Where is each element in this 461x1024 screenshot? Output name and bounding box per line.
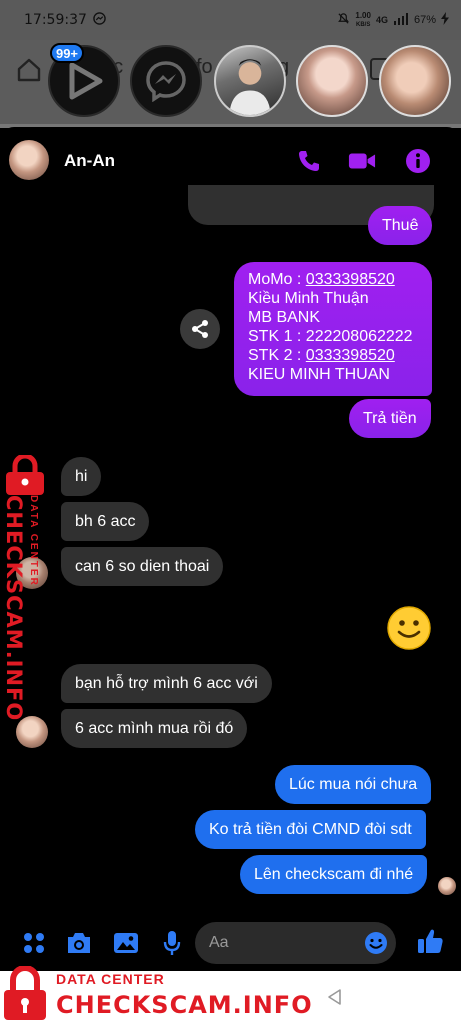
chat-header: An-An	[0, 127, 461, 189]
message-bubble[interactable]: bạn hỗ trợ mình 6 acc với	[61, 664, 272, 703]
charging-icon	[441, 12, 449, 28]
clock: 17:59:37	[24, 12, 87, 28]
video-call-icon[interactable]	[348, 147, 376, 175]
chat-head-contact[interactable]	[214, 45, 286, 117]
lock-icon	[2, 453, 48, 495]
watermark-side-subtitle: DATA CENTER	[28, 495, 39, 587]
payment-info-bubble[interactable]: MoMo : 0333398520 Kiều Minh Thuận MB BAN…	[234, 262, 432, 396]
messenger-icon	[146, 61, 186, 102]
smile-emoji-icon	[387, 606, 431, 650]
contact-photo	[229, 59, 271, 115]
message-bubble[interactable]: can 6 so dien thoai	[61, 547, 224, 586]
message-bubble[interactable]: bh 6 acc	[61, 502, 150, 541]
message-bubble[interactable]: Thuê	[368, 206, 433, 245]
message-input[interactable]: Aa	[195, 922, 396, 964]
phone-link[interactable]: 0333398520	[306, 271, 395, 288]
watermark-side: DATA CENTER CHECKSCAM.INFO	[0, 453, 60, 721]
network-type: 4G	[375, 15, 388, 25]
camera-icon[interactable]	[65, 929, 93, 957]
message-bubble[interactable]: Lên checkscam đi nhé	[240, 855, 428, 894]
smile-emoji[interactable]	[386, 605, 432, 651]
like-icon[interactable]	[416, 927, 444, 955]
message-line: KIEU MINH THUAN	[248, 366, 390, 383]
mute-icon	[337, 12, 350, 28]
back-nav-icon[interactable]	[326, 988, 344, 1006]
chat-head-contact[interactable]	[379, 45, 451, 117]
chat-window: An-An Thuê MoMo : 0333398520 Kiều Minh T…	[0, 127, 461, 971]
message-line: STK 2 : 0333398520	[248, 347, 395, 364]
watermark-bottom: DATA CENTER CHECKSCAM.INFO	[0, 963, 312, 1024]
chat-head-contact[interactable]	[296, 45, 368, 117]
phone-link[interactable]: 0333398520	[306, 347, 395, 364]
gallery-icon[interactable]	[112, 929, 140, 957]
chat-head-messenger[interactable]	[130, 45, 202, 117]
microphone-icon[interactable]	[158, 929, 186, 957]
seen-indicator	[438, 877, 456, 895]
info-icon[interactable]	[404, 147, 432, 175]
status-bar: 17:59:37 1.00 KB/S 4G 67%	[0, 0, 461, 40]
share-button[interactable]	[180, 309, 220, 349]
network-speed: 1.00 KB/S	[355, 10, 371, 28]
contact-name[interactable]: An-An	[64, 151, 115, 171]
battery-level: 67%	[413, 14, 436, 26]
lock-icon	[2, 965, 48, 1022]
message-bubble[interactable]: Lúc mua nói chưa	[275, 765, 432, 804]
contact-avatar[interactable]	[9, 140, 49, 180]
watermark-side-title: CHECKSCAM.INFO	[2, 495, 26, 722]
signal-icon	[393, 12, 409, 28]
message-input-placeholder: Aa	[209, 934, 229, 951]
message-bubble[interactable]: Trả tiền	[349, 399, 431, 438]
message-line: MoMo : 0333398520	[248, 271, 395, 288]
message-line: STK 1 : 222208062222	[248, 328, 413, 345]
message-bubble[interactable]: 6 acc mình mua rồi đó	[61, 709, 248, 748]
phone-icon[interactable]	[295, 147, 323, 175]
play-icon	[69, 62, 103, 100]
menu-grid-icon[interactable]	[20, 929, 48, 957]
messenger-status-icon	[93, 12, 106, 28]
message-line: Kiều Minh Thuận	[248, 290, 369, 307]
watermark-subtitle: DATA CENTER	[56, 971, 165, 987]
message-bubble[interactable]: hi	[61, 457, 102, 496]
unread-badge: 99+	[50, 43, 84, 63]
home-icon	[16, 58, 42, 82]
emoji-picker-icon[interactable]	[364, 931, 388, 955]
message-bubble[interactable]: Ko trả tiền đòi CMND đòi sdt	[195, 810, 426, 849]
share-icon	[192, 320, 208, 338]
message-line: MB BANK	[248, 309, 321, 326]
watermark-title: CHECKSCAM.INFO	[56, 991, 313, 1019]
